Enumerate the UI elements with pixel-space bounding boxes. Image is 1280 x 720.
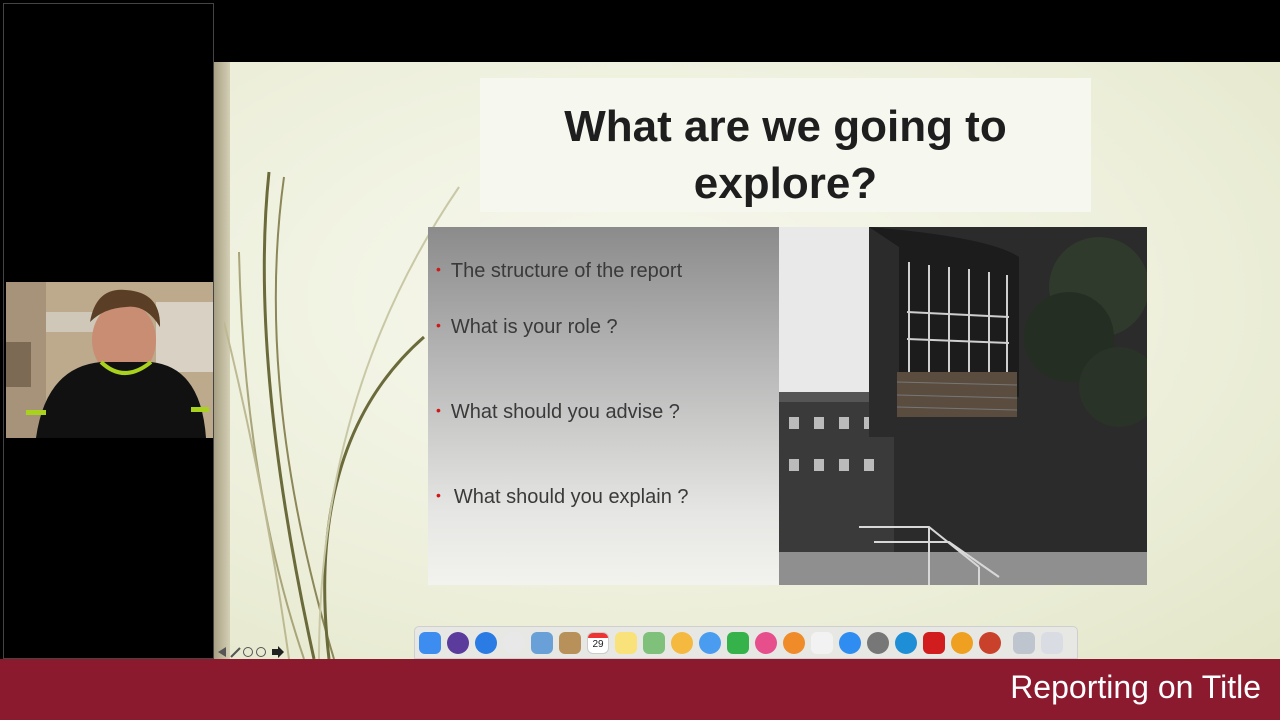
title-box: What are we going to explore? [480, 78, 1091, 212]
presentation-slide: What are we going to explore? • The struc… [214, 62, 1280, 659]
bullet-marker: • [436, 261, 441, 277]
notes-icon[interactable] [615, 632, 637, 654]
bullet-item: • What should you advise ? [436, 401, 680, 424]
facetime-icon[interactable] [727, 632, 749, 654]
presenter-controls [216, 645, 286, 659]
building-photo [779, 227, 1147, 585]
acrobat-icon[interactable] [923, 632, 945, 654]
bullet-item: • What should you explain ? [436, 486, 689, 509]
bullet-text: What should you advise ? [450, 401, 680, 423]
macos-dock: 29 [414, 626, 1078, 659]
system-preferences-icon[interactable] [867, 632, 889, 654]
app-store-icon[interactable] [839, 632, 861, 654]
next-slide-icon[interactable] [272, 646, 284, 658]
maps-icon[interactable] [643, 632, 665, 654]
trash-icon[interactable] [1041, 632, 1063, 654]
bullet-marker: • [436, 487, 441, 503]
webcam-panel [3, 3, 214, 659]
downloads-icon[interactable] [1013, 632, 1035, 654]
preview-icon[interactable] [531, 632, 553, 654]
skype-icon[interactable] [895, 632, 917, 654]
building-image [779, 227, 1147, 585]
slide-title-line-2: explore? [693, 159, 878, 208]
contacts-icon[interactable] [559, 632, 581, 654]
siri-icon[interactable] [447, 632, 469, 654]
calendar-icon[interactable]: 29 [587, 632, 609, 654]
footer-bar: Reporting on Title [0, 659, 1280, 720]
reminders-icon[interactable] [811, 632, 833, 654]
options-icon[interactable] [256, 647, 266, 657]
messages-icon[interactable] [699, 632, 721, 654]
presenter-image [6, 282, 213, 438]
bullet-marker: • [436, 317, 441, 333]
slide-title: What are we going to explore? [480, 98, 1091, 212]
previous-slide-icon[interactable] [218, 647, 226, 657]
webcam-video [6, 282, 213, 438]
bullet-marker: • [436, 402, 441, 418]
slides-icon[interactable] [243, 647, 253, 657]
bullet-item: • What is your role ? [436, 316, 618, 339]
bullet-text: What is your role ? [450, 316, 618, 338]
pen-icon[interactable] [230, 647, 241, 658]
bullet-text: What should you explain ? [453, 486, 689, 508]
calendar-day: 29 [592, 639, 604, 650]
chrome-icon[interactable] [503, 632, 525, 654]
itunes-icon[interactable] [755, 632, 777, 654]
plugin-icon[interactable] [951, 632, 973, 654]
footer-title: Reporting on Title [1010, 669, 1261, 705]
bullet-list: • The structure of the report • What is yo… [428, 227, 779, 585]
finder-icon[interactable] [419, 632, 441, 654]
ibooks-icon[interactable] [783, 632, 805, 654]
powerpoint-icon[interactable] [979, 632, 1001, 654]
slide-title-line-1: What are we going to [564, 102, 1007, 151]
bullet-text: The structure of the report [450, 260, 683, 282]
safari-icon[interactable] [475, 632, 497, 654]
photos-icon[interactable] [671, 632, 693, 654]
bullet-item: • The structure of the report [436, 260, 682, 283]
